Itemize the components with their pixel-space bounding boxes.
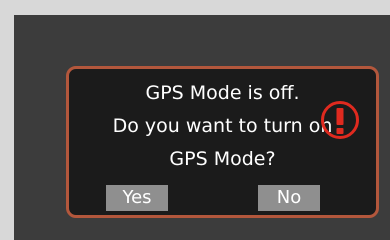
gps-confirm-dialog: GPS Mode is off. Do you want to turn on …	[66, 66, 379, 218]
dialog-message-line-3: GPS Mode?	[169, 148, 276, 170]
no-button[interactable]: No	[258, 185, 320, 211]
yes-button[interactable]: Yes	[106, 185, 168, 211]
device-screen: GPS Mode is off. Do you want to turn on …	[14, 15, 390, 240]
exclamation-alert-icon	[321, 101, 359, 139]
